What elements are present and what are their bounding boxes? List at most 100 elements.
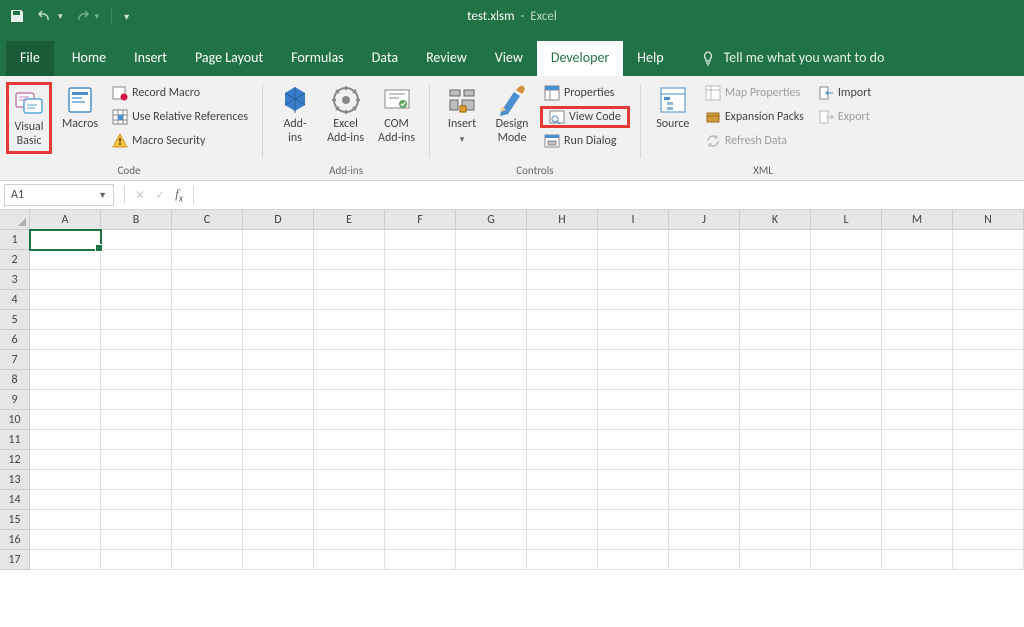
- cell[interactable]: [527, 430, 598, 450]
- cell[interactable]: [385, 290, 456, 310]
- cell[interactable]: [172, 310, 243, 330]
- cell[interactable]: [101, 330, 172, 350]
- col-header-H[interactable]: H: [527, 210, 598, 229]
- cell[interactable]: [882, 250, 953, 270]
- cell[interactable]: [101, 490, 172, 510]
- cell[interactable]: [385, 470, 456, 490]
- cell[interactable]: [30, 330, 101, 350]
- properties-button[interactable]: Properties: [540, 82, 630, 104]
- cell[interactable]: [740, 490, 811, 510]
- cell[interactable]: [314, 290, 385, 310]
- cell[interactable]: [740, 330, 811, 350]
- macros-button[interactable]: Macros: [58, 82, 102, 134]
- cell[interactable]: [811, 290, 882, 310]
- cell[interactable]: [243, 490, 314, 510]
- cell[interactable]: [30, 390, 101, 410]
- cell[interactable]: [740, 510, 811, 530]
- cell[interactable]: [882, 530, 953, 550]
- cell[interactable]: [456, 250, 527, 270]
- cell[interactable]: [456, 410, 527, 430]
- formula-input[interactable]: [194, 184, 1024, 206]
- cell[interactable]: [314, 450, 385, 470]
- tab-help[interactable]: Help: [623, 41, 677, 76]
- cell[interactable]: [243, 390, 314, 410]
- tab-page-layout[interactable]: Page Layout: [181, 41, 277, 76]
- export-button[interactable]: Export: [814, 106, 875, 128]
- cell[interactable]: [456, 430, 527, 450]
- cell[interactable]: [527, 250, 598, 270]
- cell[interactable]: [598, 470, 669, 490]
- row-header[interactable]: 6: [0, 330, 30, 350]
- cell[interactable]: [953, 310, 1024, 330]
- cell[interactable]: [172, 510, 243, 530]
- cell[interactable]: [30, 270, 101, 290]
- cell[interactable]: [172, 410, 243, 430]
- cell[interactable]: [314, 310, 385, 330]
- cell[interactable]: [30, 310, 101, 330]
- row-header[interactable]: 9: [0, 390, 30, 410]
- cell[interactable]: [172, 470, 243, 490]
- row-header[interactable]: 5: [0, 310, 30, 330]
- excel-addins-button[interactable]: Excel Add-ins: [323, 82, 368, 148]
- cell[interactable]: [243, 550, 314, 570]
- cell[interactable]: [172, 430, 243, 450]
- cell[interactable]: [314, 430, 385, 450]
- cell[interactable]: [811, 510, 882, 530]
- col-header-F[interactable]: F: [385, 210, 456, 229]
- cell[interactable]: [598, 450, 669, 470]
- row-header[interactable]: 13: [0, 470, 30, 490]
- addins-button[interactable]: Add- ins: [273, 82, 317, 148]
- cell[interactable]: [953, 470, 1024, 490]
- cell[interactable]: [811, 550, 882, 570]
- cell[interactable]: [882, 370, 953, 390]
- cell[interactable]: [953, 490, 1024, 510]
- cell[interactable]: [882, 510, 953, 530]
- macro-security-button[interactable]: Macro Security: [108, 130, 252, 152]
- cancel-formula-button[interactable]: ✕: [135, 188, 145, 203]
- cell[interactable]: [527, 370, 598, 390]
- cell[interactable]: [172, 550, 243, 570]
- cell[interactable]: [385, 550, 456, 570]
- cell[interactable]: [314, 370, 385, 390]
- cell[interactable]: [243, 270, 314, 290]
- cell[interactable]: [314, 470, 385, 490]
- cell[interactable]: [811, 490, 882, 510]
- grid-body[interactable]: 1234567891011121314151617: [0, 230, 1024, 570]
- cell[interactable]: [527, 310, 598, 330]
- cell[interactable]: [740, 290, 811, 310]
- cell[interactable]: [385, 250, 456, 270]
- cell[interactable]: [598, 530, 669, 550]
- cell[interactable]: [385, 530, 456, 550]
- cell[interactable]: [527, 350, 598, 370]
- cell[interactable]: [456, 530, 527, 550]
- cell[interactable]: [243, 530, 314, 550]
- cell[interactable]: [740, 470, 811, 490]
- cell[interactable]: [172, 250, 243, 270]
- cell[interactable]: [598, 430, 669, 450]
- cell[interactable]: [527, 270, 598, 290]
- cell[interactable]: [314, 350, 385, 370]
- cell[interactable]: [598, 290, 669, 310]
- cell[interactable]: [527, 450, 598, 470]
- row-header[interactable]: 10: [0, 410, 30, 430]
- cell[interactable]: [456, 230, 527, 250]
- cell[interactable]: [243, 350, 314, 370]
- col-header-D[interactable]: D: [243, 210, 314, 229]
- cell[interactable]: [953, 370, 1024, 390]
- row-header[interactable]: 14: [0, 490, 30, 510]
- cell[interactable]: [598, 230, 669, 250]
- cell[interactable]: [456, 390, 527, 410]
- insert-controls-button[interactable]: Insert ▾: [440, 82, 484, 147]
- cell[interactable]: [243, 310, 314, 330]
- cell[interactable]: [669, 450, 740, 470]
- cell[interactable]: [101, 530, 172, 550]
- cell[interactable]: [740, 530, 811, 550]
- cell[interactable]: [811, 410, 882, 430]
- cell[interactable]: [740, 310, 811, 330]
- cell[interactable]: [811, 390, 882, 410]
- redo-button[interactable]: [73, 7, 91, 25]
- cell[interactable]: [811, 370, 882, 390]
- cell[interactable]: [527, 390, 598, 410]
- tab-file[interactable]: File: [6, 41, 54, 76]
- cell[interactable]: [527, 530, 598, 550]
